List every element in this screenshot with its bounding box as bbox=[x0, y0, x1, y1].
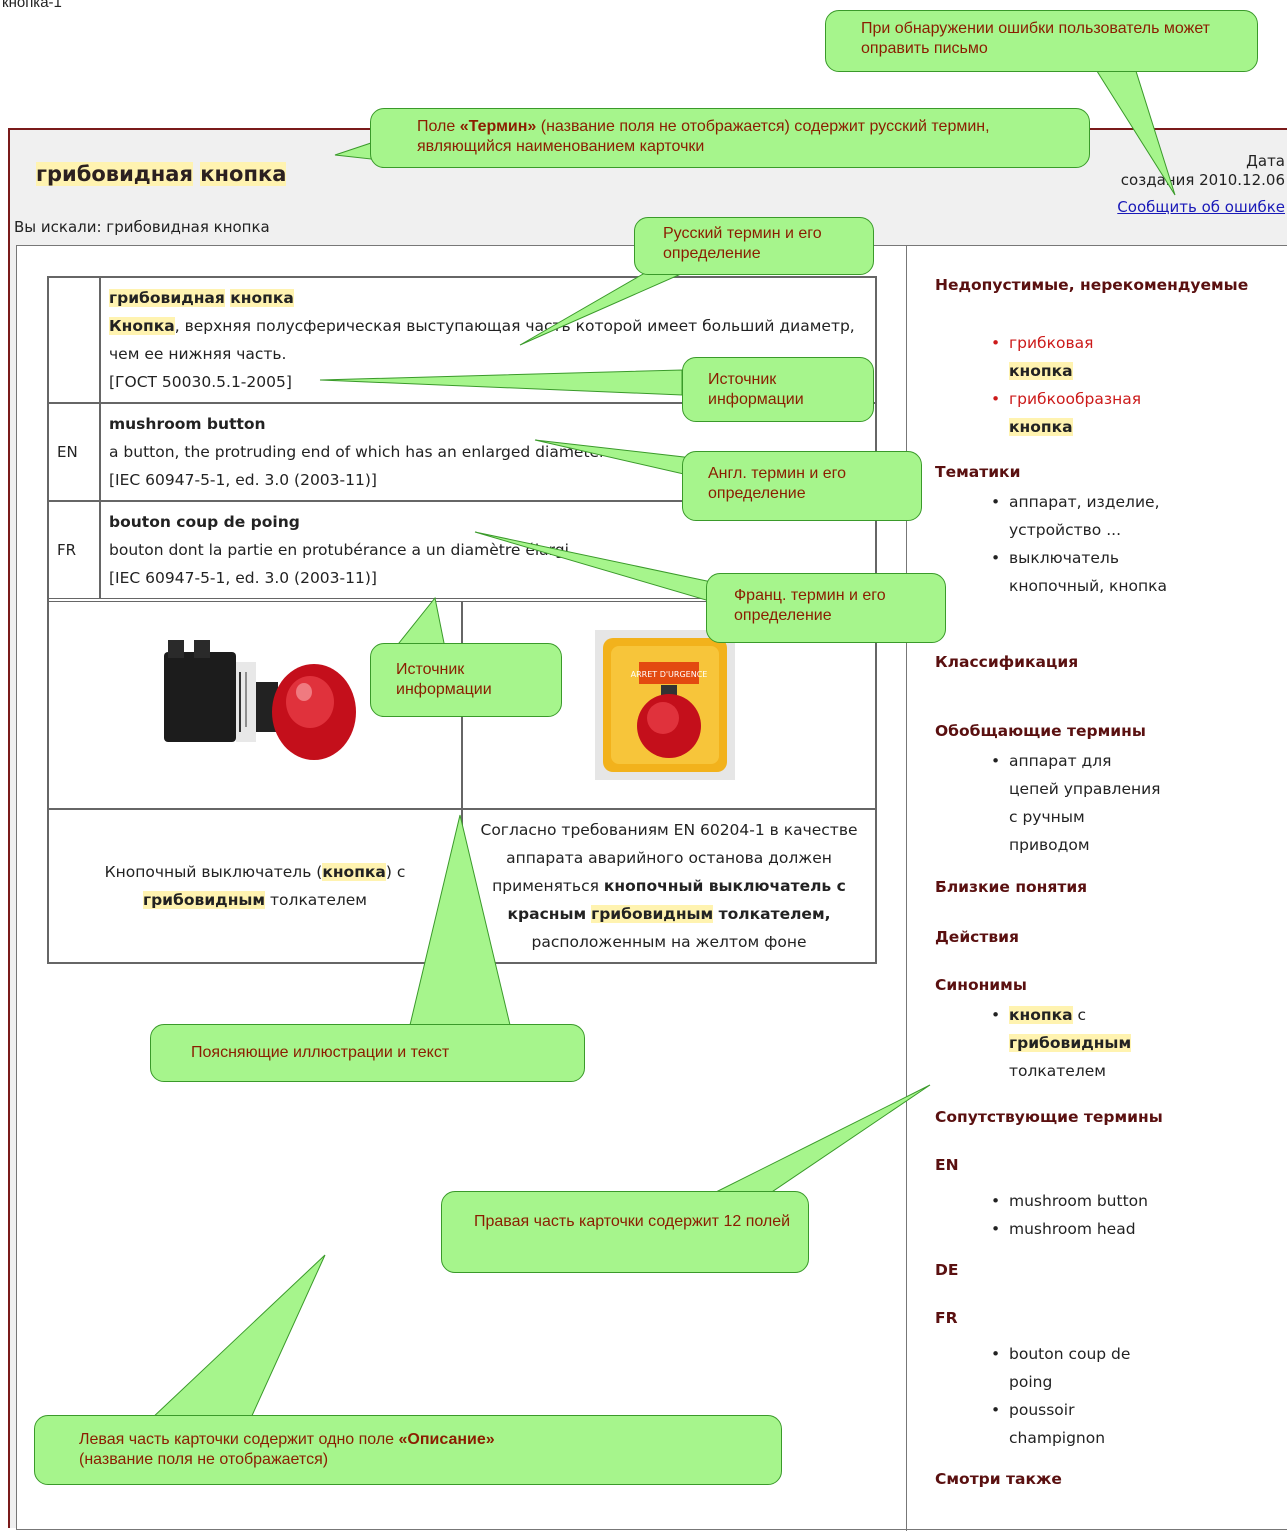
callout-source-1: Источник информации bbox=[682, 357, 874, 422]
callout-pointer bbox=[699, 1084, 931, 1201]
callout-pointer bbox=[519, 269, 691, 346]
callout-pointer bbox=[474, 531, 741, 611]
callout-pointer bbox=[1094, 67, 1176, 196]
callout-text: Левая часть карточки содержит одно поле bbox=[79, 1431, 399, 1448]
callout-text: Поле bbox=[417, 118, 460, 135]
callout-bold-text: «Описание» bbox=[398, 1431, 495, 1448]
callout-source-2: Источник информации bbox=[370, 643, 562, 717]
callout-error-report: При обнаружении ошибки пользователь може… bbox=[825, 10, 1258, 72]
callout-pointer bbox=[393, 596, 446, 649]
callout-illustrations: Поясняющие иллюстрации и текст bbox=[150, 1024, 585, 1082]
callout-pointer bbox=[319, 369, 683, 396]
callout-ru-definition: Русский термин и его определение bbox=[634, 217, 874, 275]
callout-pointer bbox=[409, 814, 511, 1026]
callout-text: (название поля не отображается) bbox=[79, 1451, 329, 1468]
callout-en-definition: Англ. термин и его определение bbox=[682, 451, 922, 521]
callout-right-part: Правая часть карточки содержит 12 полей bbox=[441, 1191, 809, 1273]
callout-term-field: Поле «Термин» (название поля не отобража… bbox=[370, 108, 1090, 168]
callout-pointer bbox=[148, 1254, 326, 1421]
callout-left-part: Левая часть карточки содержит одно поле … bbox=[34, 1415, 782, 1485]
callout-bold-text: «Термин» bbox=[459, 118, 537, 135]
callout-fr-definition: Франц. термин и его определение bbox=[706, 573, 946, 643]
